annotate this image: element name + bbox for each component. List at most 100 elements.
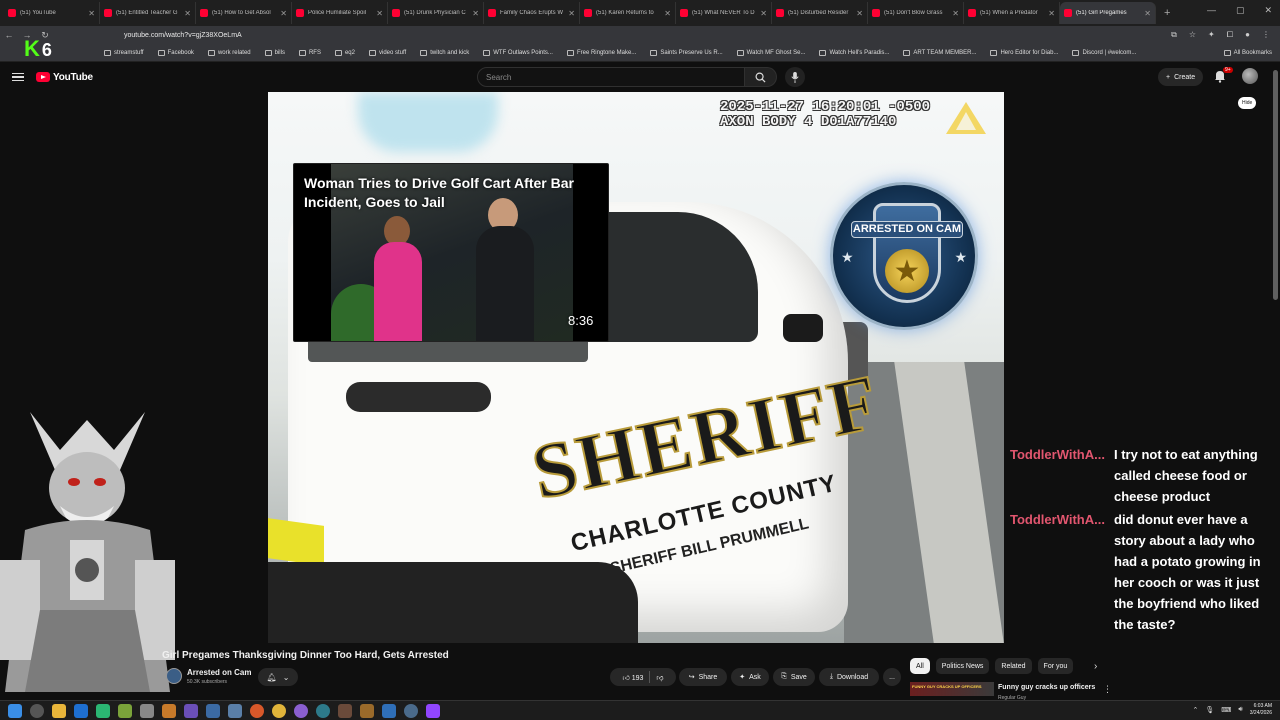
video-preview-card[interactable]: Woman Tries to Drive Golf Cart After Bar… [293,163,609,342]
browser-tab[interactable]: (51) When a Predator ✕ [964,2,1060,24]
search-icon[interactable] [30,703,44,718]
bookmark-item[interactable]: video stuff [368,49,406,56]
chip-politics-news[interactable]: Politics News [935,658,990,674]
create-button[interactable]: + Create [1158,68,1204,86]
close-tab-icon[interactable]: ✕ [856,9,863,18]
app-icon[interactable] [140,703,154,718]
back-icon[interactable]: ← [0,30,18,40]
bookmark-star-icon[interactable]: ☆ [1189,30,1196,40]
start-icon[interactable] [8,703,22,718]
app-icon[interactable] [74,703,88,718]
chip-all[interactable]: All [910,658,930,674]
bookmark-item[interactable]: eq2 [334,49,355,56]
install-icon[interactable]: ⧉ [1171,30,1177,40]
close-window-icon[interactable]: ✕ [1264,5,1272,16]
minimize-icon[interactable]: — [1207,5,1216,16]
browser-tab[interactable]: Family Chaos Erupts W ✕ [484,2,580,24]
extension-icon[interactable]: ✦ [1208,30,1215,40]
more-options-icon[interactable]: ⋮ [1103,684,1112,695]
hamburger-menu-icon[interactable] [12,72,24,82]
browser-tab[interactable]: (51) Entitled Teacher G ✕ [100,2,196,24]
share-button[interactable]: ↪ Share [679,668,727,686]
app-icon[interactable] [206,703,220,718]
browser-tab[interactable]: (51) Drunk Physician C ✕ [388,2,484,24]
bookmark-item[interactable]: Watch MF Ghost Se... [736,49,805,56]
bookmark-item[interactable]: Watch Hell's Paradis... [819,49,889,56]
app-icon[interactable] [294,703,308,718]
network-icon[interactable]: ⌨ [1221,706,1231,714]
page-scrollbar[interactable] [1273,70,1278,300]
user-avatar[interactable] [1242,68,1258,84]
system-clock[interactable]: 6:03 AM 3/24/2026 [1250,703,1272,717]
ask-button[interactable]: ✦ Ask [731,668,769,686]
close-tab-icon[interactable]: ✕ [472,9,479,18]
bookmark-item[interactable]: Hero Editor for Diab... [990,49,1058,56]
settings-icon[interactable] [404,703,418,718]
microphone-tray-icon[interactable]: 🎙︎ [1205,706,1214,714]
close-tab-icon[interactable]: ✕ [184,9,191,18]
bookmark-item[interactable]: ART TEAM MEMBER... [903,49,976,56]
chip-for-you[interactable]: For you [1037,658,1074,674]
app-icon[interactable] [118,703,132,718]
volume-icon[interactable]: 🔊︎ [1238,706,1242,714]
bookmark-item[interactable]: streamstuff [104,49,144,56]
save-button[interactable]: ⎘ Save [773,668,815,686]
more-actions-button[interactable]: ... [883,668,901,686]
close-tab-icon[interactable]: ✕ [1144,9,1151,18]
app-icon[interactable] [96,703,110,718]
all-bookmarks-button[interactable]: All Bookmarks [1223,49,1272,56]
close-tab-icon[interactable]: ✕ [568,9,575,18]
new-tab-button[interactable]: + [1164,7,1170,19]
browser-tab[interactable]: (51) Karen Returns to ✕ [580,2,676,24]
app-icon[interactable] [316,703,330,718]
close-tab-icon[interactable]: ✕ [376,9,383,18]
app-icon[interactable] [338,703,352,718]
channel-name[interactable]: Arrested on Cam [187,668,251,677]
close-tab-icon[interactable]: ✕ [664,9,671,18]
profile-icon[interactable]: ● [1245,30,1250,40]
browser-tab[interactable]: (51) How to Get Absol ✕ [196,2,292,24]
app-icon[interactable] [228,703,242,718]
hide-chat-button[interactable]: Hide [1238,97,1257,109]
subscription-bell-button[interactable]: 🔔︎ ⌄ [258,668,298,686]
browser-tab[interactable]: (51) Don't Blow Grass ✕ [868,2,964,24]
bookmark-item[interactable]: WTF Outlaws Points... [483,49,553,56]
file-explorer-icon[interactable] [52,703,66,718]
channel-avatar[interactable] [166,668,182,684]
bookmark-item[interactable]: Free Ringtone Make... [566,49,636,56]
bookmark-item[interactable]: twitch and kick [420,49,469,56]
app-icon[interactable] [360,703,374,718]
close-tab-icon[interactable]: ✕ [280,9,287,18]
download-button[interactable]: ⤓ Download [819,668,879,686]
close-tab-icon[interactable]: ✕ [88,9,95,18]
like-button[interactable]: 👍︎ 193 [622,673,643,682]
extensions-puzzle-icon[interactable]: ⧠ [1227,30,1233,40]
voice-search-button[interactable] [785,67,805,87]
chevron-up-icon[interactable]: ⌃ [1192,706,1198,714]
browser-tab[interactable]: (51) What NEVER To D ✕ [676,2,772,24]
browser-menu-icon[interactable]: ⋮ [1262,30,1270,40]
dislike-button[interactable]: 👎︎ [656,673,663,682]
search-input[interactable]: Search [477,67,745,87]
bookmark-item[interactable]: Saints Preserve Us R... [650,49,723,56]
chrome-icon[interactable] [272,703,286,718]
firefox-icon[interactable] [250,703,264,718]
chip-related[interactable]: Related [995,658,1032,674]
bookmark-item[interactable]: bills [264,49,285,56]
bookmark-item[interactable]: Facebook [157,49,194,56]
app-icon[interactable] [382,703,396,718]
search-button[interactable] [745,67,777,87]
bookmark-item[interactable]: RFS [298,49,321,56]
browser-tab[interactable]: Police Humiliate Spoil ✕ [292,2,388,24]
browser-tab-active[interactable]: (51) Girl Pregames ✕ [1060,2,1156,24]
browser-tab[interactable]: (51) YouTube ✕ [4,2,100,24]
app-icon[interactable] [162,703,176,718]
obs-icon[interactable] [426,703,440,718]
chevron-right-icon[interactable]: › [1094,661,1097,672]
bookmark-item[interactable]: work related [207,49,251,56]
url-field[interactable]: youtube.com/watch?v=gjZ38XOeLmA [124,32,1171,39]
recommended-thumbnail[interactable]: FUNNY GUY CRACKS UP OFFICERS [910,682,994,696]
close-tab-icon[interactable]: ✕ [760,9,767,18]
browser-tab[interactable]: (51) Disturbed Resider ✕ [772,2,868,24]
bookmark-item[interactable]: Discord | #welcom... [1072,49,1136,56]
